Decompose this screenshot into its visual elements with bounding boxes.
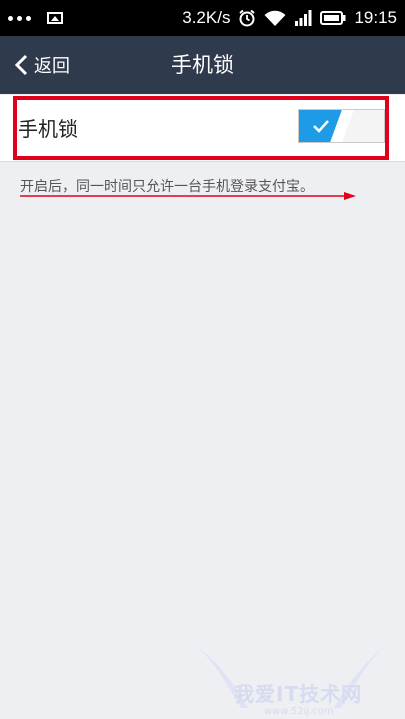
network-speed: 3.2K/s (182, 8, 231, 27)
chevron-left-icon (14, 54, 28, 76)
image-notification-icon (47, 12, 63, 24)
clock-time: 19:15 (354, 8, 397, 27)
nav-bar: 返回 手机锁 (0, 36, 405, 94)
signal-icon (295, 10, 312, 26)
back-label: 返回 (34, 56, 70, 77)
checkmark-icon (312, 120, 329, 133)
setting-label: 手机锁 (18, 117, 78, 141)
back-button[interactable]: 返回 (14, 36, 70, 94)
alarm-icon (239, 9, 256, 27)
wifi-icon (264, 10, 286, 26)
phone-lock-toggle[interactable] (298, 109, 385, 143)
watermark-text: 我爱IT技术网 (234, 682, 363, 706)
more-dots-icon (8, 15, 31, 21)
site-watermark: 我爱IT技术网 www.52ij.com (186, 638, 396, 717)
annotation-arrow (20, 192, 356, 200)
battery-icon (320, 11, 346, 25)
status-bar: 3.2K/s 19:15 (0, 0, 405, 36)
watermark-url: www.52ij.com (264, 706, 334, 717)
